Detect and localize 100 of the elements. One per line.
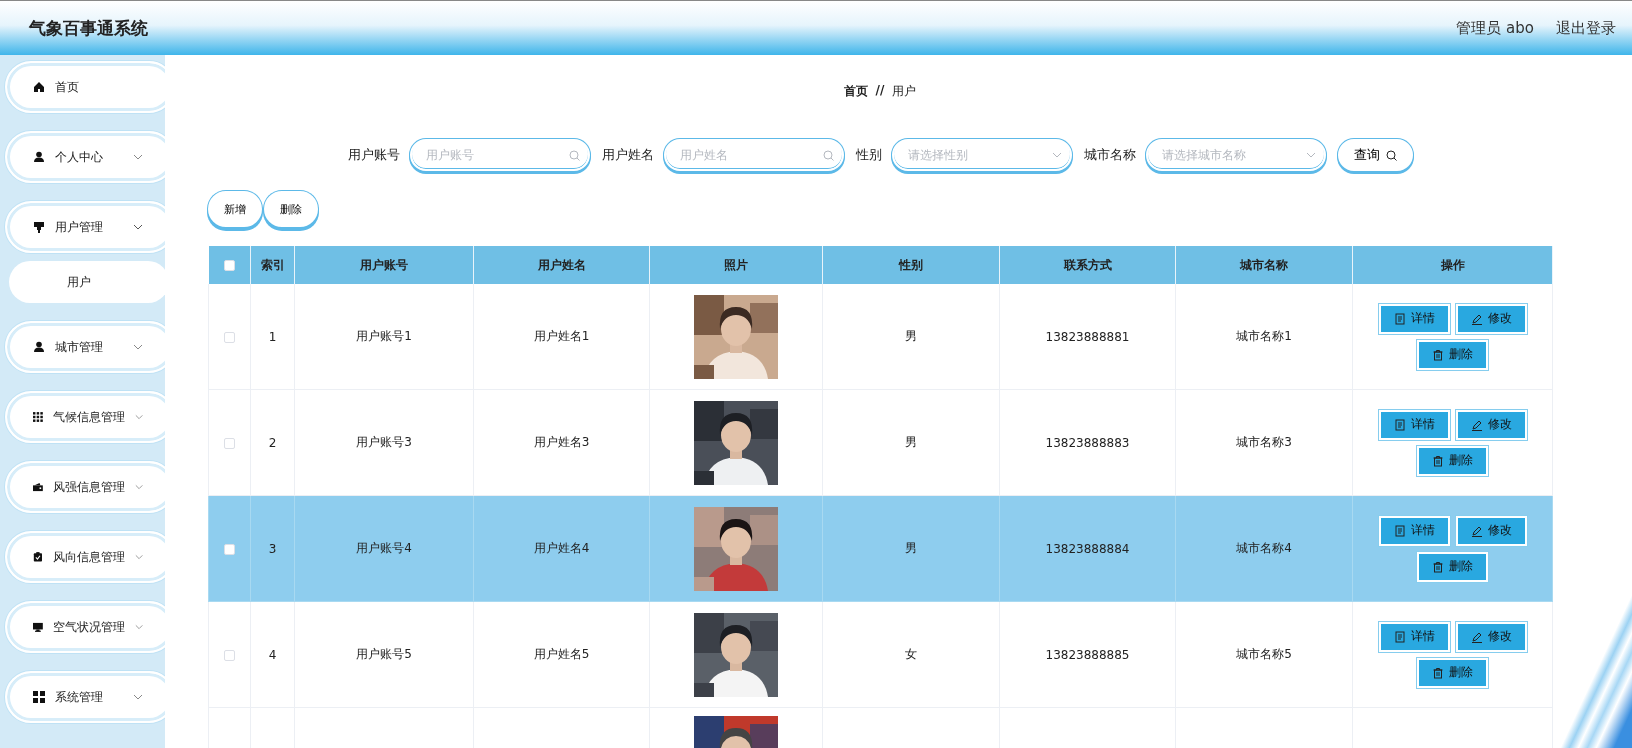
menu-item[interactable]: 风强信息管理 xyxy=(5,461,165,513)
input-field[interactable]: 用户姓名 xyxy=(677,147,823,163)
menu-item[interactable]: 系统管理 xyxy=(5,671,165,723)
grid-icon xyxy=(33,411,43,423)
table-cell: 用户账号5 xyxy=(356,647,412,661)
field-label: 用户账号 xyxy=(347,146,400,164)
search-icon xyxy=(1385,149,1397,161)
select-field[interactable]: 请选择城市名称 xyxy=(1159,147,1306,163)
row-action-button[interactable]: 删除 xyxy=(1419,659,1486,686)
table-cell: 13823888884 xyxy=(1045,541,1130,556)
table-cell: 1 xyxy=(268,329,277,344)
chevron-down-icon xyxy=(133,224,143,230)
chevron-down-icon xyxy=(134,624,143,630)
menu-item[interactable]: 空气状况管理 xyxy=(5,601,165,653)
breadcrumb-separator: // xyxy=(875,83,885,99)
trash-icon xyxy=(1432,666,1444,679)
row-action-button[interactable]: 详情 xyxy=(1380,517,1448,544)
table-cell: 13823888885 xyxy=(1045,647,1130,662)
checkbox[interactable] xyxy=(223,260,235,271)
wallet-icon xyxy=(33,481,43,493)
field-label: 用户姓名 xyxy=(601,146,654,164)
table-cell: 用户账号4 xyxy=(356,541,412,555)
chevron-down-icon xyxy=(133,694,143,700)
chevron-down-icon xyxy=(133,344,143,350)
breadcrumb-item[interactable]: 用户 xyxy=(892,83,917,99)
document-icon xyxy=(1393,312,1406,325)
search-icon xyxy=(568,149,580,161)
clipboard-check-icon xyxy=(33,551,43,563)
input-field[interactable]: 用户账号 xyxy=(409,139,590,171)
grid-icon xyxy=(33,691,45,703)
field-label: 性别 xyxy=(855,146,882,164)
row-action-button[interactable]: 修改 xyxy=(1457,623,1525,650)
user-label: 管理员 abo xyxy=(1456,18,1534,38)
checkbox[interactable] xyxy=(224,649,235,661)
select-field[interactable]: 请选择性别 xyxy=(891,139,1072,171)
row-action-button[interactable]: 修改 xyxy=(1457,517,1525,544)
menu-item[interactable]: 城市管理 xyxy=(5,321,165,373)
row-action-button[interactable]: 修改 xyxy=(1457,305,1525,332)
column-header: 用户姓名 xyxy=(537,257,586,272)
select-field[interactable]: 请选择城市名称 xyxy=(1145,139,1326,171)
chevron-down-icon xyxy=(134,554,143,560)
row-action-button[interactable]: 详情 xyxy=(1380,623,1448,650)
pencil-icon xyxy=(1470,524,1483,537)
pencil-icon xyxy=(1470,418,1483,431)
table-cell: 用户账号3 xyxy=(356,435,412,449)
document-icon xyxy=(1393,418,1406,431)
chevron-down-icon xyxy=(134,484,143,490)
select-field[interactable]: 请选择性别 xyxy=(905,147,1052,163)
menu-item[interactable]: 个人中心 xyxy=(5,131,165,183)
table-cell: 13823888883 xyxy=(1045,435,1130,450)
table-cell: 用户姓名3 xyxy=(533,435,590,449)
chevron-down-icon xyxy=(1305,152,1316,158)
menu-item[interactable]: 气候信息管理 xyxy=(5,391,165,443)
trash-icon xyxy=(1432,348,1444,361)
person-icon xyxy=(33,151,45,163)
home-icon xyxy=(33,81,45,93)
table-cell: 城市名称3 xyxy=(1236,435,1292,449)
column-header: 照片 xyxy=(724,257,748,272)
chevron-down-icon xyxy=(1051,152,1062,158)
menu-item[interactable]: 首页 xyxy=(5,61,165,113)
row-action-button[interactable]: 详情 xyxy=(1380,305,1448,332)
table-cell: 城市名称4 xyxy=(1236,541,1292,555)
menu-item[interactable]: 风向信息管理 xyxy=(5,531,165,583)
row-action-button[interactable]: 删除 xyxy=(1419,553,1486,580)
table-cell: 城市名称1 xyxy=(1236,329,1292,343)
document-icon xyxy=(1393,630,1406,643)
input-field[interactable]: 用户账号 xyxy=(423,147,569,163)
checkbox[interactable] xyxy=(224,543,235,555)
chevron-down-icon xyxy=(134,414,143,420)
pencil-icon xyxy=(1470,312,1483,325)
input-field[interactable]: 用户姓名 xyxy=(663,139,844,171)
checkbox[interactable] xyxy=(224,331,235,343)
app-title: 气象百事通系统 xyxy=(29,16,149,40)
checkbox[interactable] xyxy=(224,437,235,449)
row-action-button[interactable]: 修改 xyxy=(1457,411,1525,438)
column-header: 联系方式 xyxy=(1063,257,1112,272)
submenu-item[interactable]: 用户 xyxy=(9,261,165,303)
field-label: 城市名称 xyxy=(1083,146,1136,164)
table-cell: 用户姓名5 xyxy=(533,647,590,661)
table-cell: 用户账号1 xyxy=(356,329,412,343)
row-action-button[interactable]: 删除 xyxy=(1419,447,1486,474)
breadcrumb-item[interactable]: 首页 xyxy=(843,83,868,99)
query-button[interactable]: 查询 xyxy=(1337,139,1413,171)
column-header: 操作 xyxy=(1440,257,1465,272)
monitor-icon xyxy=(33,621,43,633)
person-icon xyxy=(33,341,45,353)
table-cell: 用户姓名1 xyxy=(533,329,590,343)
search-icon xyxy=(822,149,834,161)
table-cell: 男 xyxy=(905,435,917,449)
logout-link[interactable]: 退出登录 xyxy=(1556,18,1616,38)
table-cell: 男 xyxy=(905,541,917,555)
table-cell: 女 xyxy=(905,647,917,661)
chevron-down-icon xyxy=(133,154,143,160)
column-header: 城市名称 xyxy=(1240,257,1288,272)
table-cell: 城市名称5 xyxy=(1236,647,1292,661)
trash-icon xyxy=(1432,454,1444,467)
trash-icon xyxy=(1432,560,1444,573)
row-action-button[interactable]: 删除 xyxy=(1419,341,1486,368)
row-action-button[interactable]: 详情 xyxy=(1380,411,1448,438)
menu-item[interactable]: 用户管理 xyxy=(5,201,165,253)
